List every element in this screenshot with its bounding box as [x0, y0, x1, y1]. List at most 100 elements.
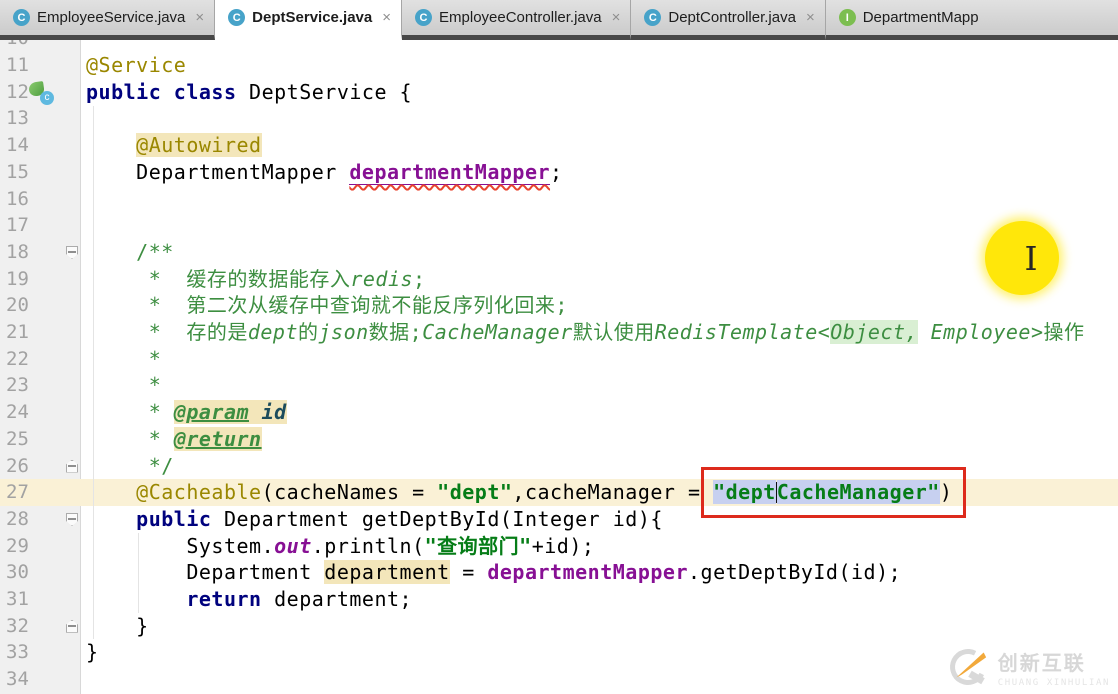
- code-token: redis: [350, 267, 413, 291]
- code-token: [86, 240, 136, 264]
- code-line[interactable]: 13: [0, 105, 1118, 132]
- code-token: }: [86, 614, 149, 638]
- cursor-highlight: I: [985, 221, 1059, 295]
- class-icon: C: [415, 9, 432, 26]
- code-line[interactable]: 22 *: [0, 346, 1118, 373]
- code-token: "查询部门": [425, 534, 532, 558]
- fold-marker-icon[interactable]: [66, 246, 78, 259]
- line-number: 12: [6, 79, 29, 106]
- watermark-logo-icon: [947, 646, 989, 688]
- code-token: ;: [413, 267, 426, 291]
- line-number: 14: [6, 132, 29, 159]
- code-token: ,cacheManager =: [512, 480, 713, 504]
- tab-label: DepartmentMapp: [863, 9, 979, 26]
- code-token: */: [86, 454, 174, 478]
- class-icon: C: [228, 9, 245, 26]
- code-token: Employee>: [918, 320, 1043, 344]
- line-number: 34: [6, 666, 29, 693]
- code-line[interactable]: 24 * @param id: [0, 399, 1118, 426]
- code-line[interactable]: 14 @Autowired: [0, 132, 1118, 159]
- code-line[interactable]: 18 /**: [0, 239, 1118, 266]
- code-line[interactable]: 15 DepartmentMapper departmentMapper;: [0, 159, 1118, 186]
- tab-employeeservice-java[interactable]: CEmployeeService.java×: [0, 0, 215, 40]
- line-number: 25: [6, 426, 29, 453]
- line-number: 28: [6, 506, 29, 533]
- tab-label: DeptController.java: [668, 9, 796, 26]
- code-token: /**: [136, 240, 174, 264]
- code-token: "dept: [713, 480, 776, 504]
- line-number: 31: [6, 586, 29, 613]
- code-token: System.: [86, 534, 274, 558]
- code-token: "dept": [437, 480, 512, 504]
- line-number: 21: [6, 319, 29, 346]
- code-editor[interactable]: 1011@Service12c public class DeptService …: [0, 40, 1118, 694]
- code-token: public: [86, 80, 161, 104]
- code-token: .getDeptById(id);: [688, 560, 901, 584]
- tab-employeecontroller-java[interactable]: CEmployeeController.java×: [402, 0, 631, 40]
- code-token: ;: [550, 160, 563, 184]
- watermark-title: 创新互联: [998, 647, 1110, 676]
- code-line[interactable]: 17: [0, 212, 1118, 239]
- code-line[interactable]: 25 * @return: [0, 426, 1118, 453]
- code-line[interactable]: 11@Service: [0, 52, 1118, 79]
- code-token: *: [86, 427, 174, 451]
- code-line[interactable]: 19 * 缓存的数据能存入redis;: [0, 266, 1118, 293]
- tab-deptcontroller-java[interactable]: CDeptController.java×: [631, 0, 825, 40]
- code-token: @Cacheable: [136, 480, 261, 504]
- close-icon[interactable]: ×: [382, 9, 391, 26]
- fold-marker-icon[interactable]: [66, 620, 78, 633]
- code-line[interactable]: 27 @Cacheable(cacheNames = "dept",cacheM…: [0, 479, 1118, 506]
- code-token: 数据;: [369, 320, 423, 344]
- code-line[interactable]: 31 return department;: [0, 586, 1118, 613]
- code-line[interactable]: 16: [0, 186, 1118, 213]
- code-line[interactable]: 10: [0, 40, 1118, 52]
- code-token: Department getDeptById(Integer id){: [211, 507, 662, 531]
- code-token: @return: [174, 427, 262, 451]
- code-token: departmentMapper: [487, 560, 688, 584]
- code-line[interactable]: 23 *: [0, 372, 1118, 399]
- fold-marker-icon[interactable]: [66, 460, 78, 473]
- tab-departmentmapp[interactable]: IDepartmentMapp: [826, 0, 1118, 40]
- close-icon[interactable]: ×: [612, 9, 621, 26]
- line-number: 27: [6, 479, 29, 506]
- line-number: 13: [6, 105, 29, 132]
- code-token: *: [86, 347, 161, 371]
- line-number: 18: [6, 239, 29, 266]
- line-number: 19: [6, 266, 29, 293]
- code-token: =: [450, 560, 488, 584]
- ide-window: CEmployeeService.java× C DeptService.java ×…: [0, 0, 1118, 694]
- code-token: department;: [262, 587, 413, 611]
- code-line[interactable]: 12c public class DeptService {: [0, 79, 1118, 106]
- spring-bean-icon[interactable]: c: [28, 80, 55, 105]
- code-token: @Autowired: [136, 133, 261, 157]
- code-line[interactable]: 32 }: [0, 613, 1118, 640]
- code-line[interactable]: 20 * 第二次从缓存中查询就不能反序列化回来;: [0, 292, 1118, 319]
- code-token: +id);: [532, 534, 595, 558]
- tab-deptservice-java[interactable]: C DeptService.java ×: [215, 0, 402, 40]
- watermark: 创新互联 CHUANG XINHULIAN: [947, 646, 1110, 688]
- code-token: 操作: [1044, 320, 1085, 344]
- code-token: Object,: [830, 320, 918, 344]
- fold-marker-icon[interactable]: [66, 513, 78, 526]
- close-icon[interactable]: ×: [806, 9, 815, 26]
- code-token: [86, 480, 136, 504]
- code-line[interactable]: 30 Department department = departmentMap…: [0, 559, 1118, 586]
- line-number: 20: [6, 292, 29, 319]
- code-token: dept: [248, 320, 298, 344]
- line-number: 11: [6, 52, 29, 79]
- tab-label: DeptService.java: [252, 9, 372, 26]
- code-line[interactable]: 21 * 存的是dept的json数据;CacheManager默认使用Redi…: [0, 319, 1118, 346]
- code-token: DeptService {: [237, 80, 413, 104]
- code-token: 默认使用: [573, 320, 655, 344]
- close-icon[interactable]: ×: [195, 9, 204, 26]
- line-number: 23: [6, 372, 29, 399]
- code-token: Department: [86, 560, 324, 584]
- text-cursor-icon: I: [1024, 239, 1037, 278]
- code-token: @param: [174, 400, 249, 424]
- code-token: class: [174, 80, 237, 104]
- watermark-subtitle: CHUANG XINHULIAN: [998, 678, 1110, 688]
- code-line[interactable]: 29 System.out.println("查询部门"+id);: [0, 533, 1118, 560]
- code-token: out: [274, 534, 312, 558]
- code-line[interactable]: 26 */: [0, 453, 1118, 480]
- code-line[interactable]: 28 public Department getDeptById(Integer…: [0, 506, 1118, 533]
